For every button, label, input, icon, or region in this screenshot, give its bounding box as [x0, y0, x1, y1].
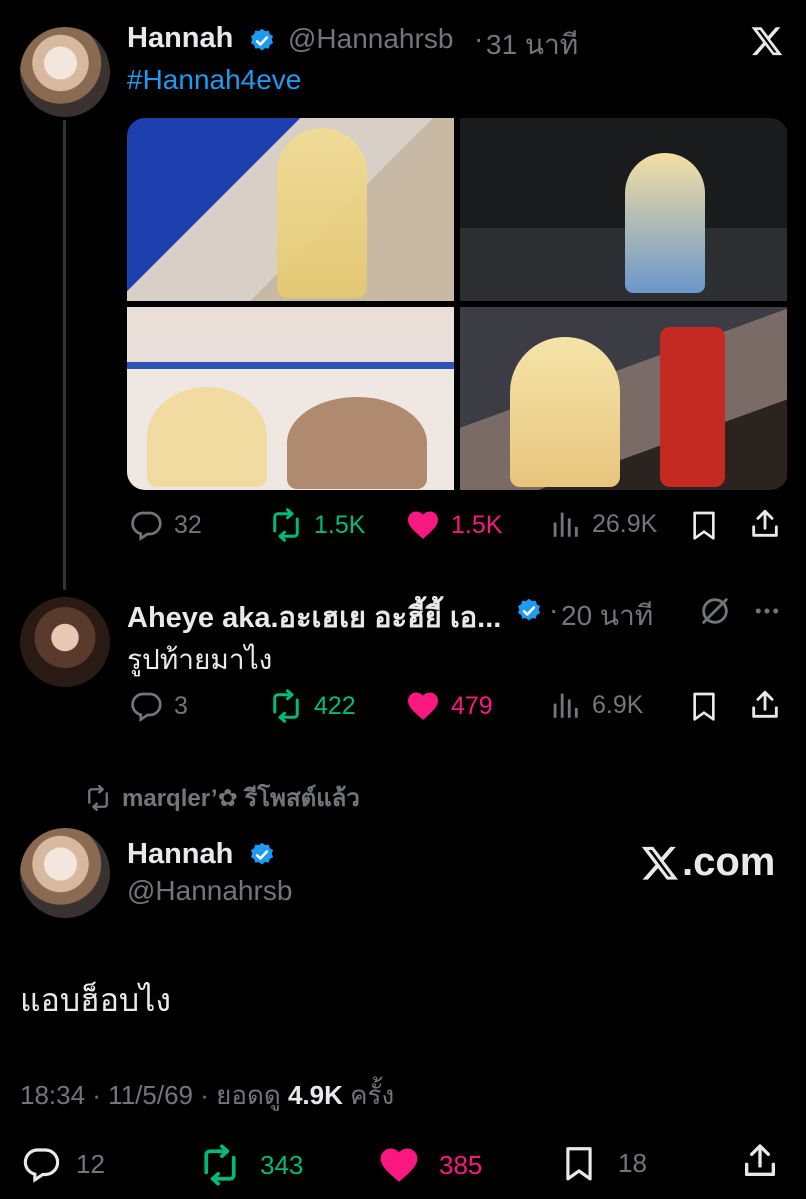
photo-2[interactable] [460, 118, 787, 301]
tweet-timestamp[interactable]: 18:34 · 11/5/69 · ยอดดู [20, 1080, 281, 1110]
photo-4[interactable] [460, 307, 787, 490]
reply-icon [23, 1148, 60, 1183]
reply-icon [131, 692, 162, 723]
verified-badge-icon [250, 842, 274, 865]
bookmark-icon[interactable] [688, 509, 720, 541]
display-name[interactable]: Hannah [127, 838, 233, 871]
tweet-meta: 18:34 · 11/5/69 · ยอดดู 4.9K ครั้ง [20, 1075, 394, 1116]
x-logo-icon[interactable] [750, 24, 784, 58]
bookmark-icon[interactable] [688, 690, 720, 722]
display-name[interactable]: Hannah [127, 22, 233, 55]
views-icon [553, 512, 578, 537]
photo-3[interactable] [127, 307, 454, 490]
verified-badge-icon [250, 28, 274, 51]
bookmark-icon [566, 1147, 592, 1181]
like-button[interactable]: 479 [405, 688, 493, 724]
like-button[interactable]: 385 [377, 1143, 482, 1187]
reply-count: 32 [174, 510, 202, 539]
repost-button[interactable]: 422 [268, 688, 356, 724]
views-count: 6.9K [592, 690, 644, 719]
like-count: 479 [451, 691, 493, 720]
share-icon[interactable] [740, 1141, 780, 1181]
tweet-text: แอบฮ็อบไง [20, 982, 171, 1018]
repost-notice[interactable]: marqler’✿ รีโพสต์แล้ว [84, 778, 360, 817]
like-icon [408, 511, 438, 539]
reply-count: 12 [76, 1148, 105, 1179]
timestamp[interactable]: 20 นาที [561, 594, 653, 638]
verified-badge-icon [517, 598, 541, 621]
avatar[interactable] [20, 27, 110, 117]
media-grid [127, 118, 788, 490]
repost-icon [273, 689, 299, 723]
repost-count: 422 [314, 691, 356, 720]
hashtag-link[interactable]: #Hannah4eve [127, 64, 301, 96]
like-count: 385 [439, 1149, 483, 1180]
avatar[interactable] [20, 828, 110, 918]
reply-text: รูปท้ายมาไง [127, 644, 273, 675]
x-com-brand: .com [640, 840, 775, 885]
thread-line [63, 120, 66, 590]
repost-count: 343 [260, 1149, 304, 1180]
like-icon [380, 1148, 418, 1183]
avatar[interactable] [20, 597, 110, 687]
views-icon [553, 693, 578, 718]
view-suffix: ครั้ง [350, 1080, 395, 1110]
repost-icon [88, 784, 108, 811]
brand-text: .com [682, 840, 776, 884]
like-count: 1.5K [451, 510, 503, 539]
reply-icon [131, 511, 162, 542]
reply-button[interactable]: 32 [128, 507, 202, 543]
repost-button[interactable]: 1.5K [268, 507, 365, 543]
separator-dot: · [474, 23, 484, 54]
photo-1[interactable] [127, 118, 454, 301]
repost-notice-text: marqler’✿ รีโพสต์แล้ว [122, 785, 360, 812]
repost-count: 1.5K [314, 510, 366, 539]
grok-icon[interactable] [698, 594, 732, 628]
share-icon[interactable] [748, 688, 782, 722]
more-icon[interactable] [752, 596, 782, 626]
display-name[interactable]: Aheye aka.อะเฮเย อะฮี้ยี้ เอ... [127, 594, 501, 640]
like-button[interactable]: 1.5K [405, 507, 502, 543]
repost-icon [204, 1144, 236, 1186]
repost-button[interactable]: 343 [198, 1143, 303, 1187]
share-icon[interactable] [748, 507, 782, 541]
reply-count: 3 [174, 691, 188, 720]
bookmark-button[interactable]: 18 [560, 1143, 647, 1183]
views-button[interactable]: 6.9K [548, 688, 643, 722]
separator-dot: · [549, 594, 559, 625]
view-count: 4.9K [287, 1080, 343, 1110]
handle[interactable]: @Hannahrsb [127, 875, 292, 907]
bookmark-count: 18 [618, 1147, 647, 1178]
views-count: 26.9K [592, 509, 658, 538]
reply-button[interactable]: 12 [20, 1143, 105, 1185]
handle[interactable]: @Hannahrsb [288, 23, 453, 55]
x-logo-icon [641, 846, 678, 880]
views-button[interactable]: 26.9K [548, 507, 657, 541]
repost-icon [273, 508, 299, 542]
like-icon [408, 692, 438, 720]
reply-button[interactable]: 3 [128, 688, 188, 724]
timestamp[interactable]: 31 นาที [486, 23, 578, 67]
